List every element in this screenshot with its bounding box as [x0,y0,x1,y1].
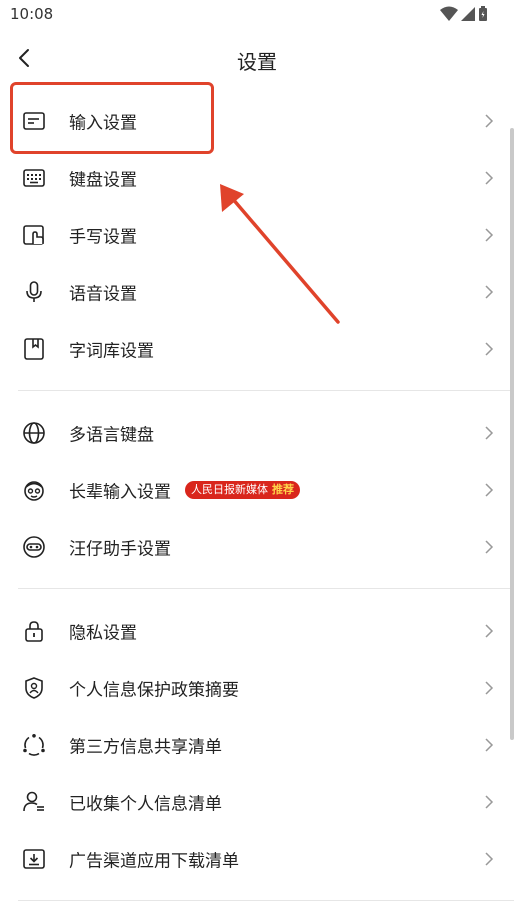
chevron-right-icon [485,737,494,752]
lock-icon [25,620,43,642]
battery-icon [479,6,487,21]
chevron-right-icon [485,482,494,497]
chevron-right-icon [485,284,494,299]
setting-label: 广告渠道应用下载清单 [69,851,239,871]
microphone-icon [26,280,42,302]
header: 设置 [0,30,514,88]
setting-row-handwriting[interactable]: 手写设置 [0,206,514,263]
setting-label: 手写设置 [69,227,137,247]
chevron-right-icon [485,113,494,128]
recommend-badge: 人民日报新媒体 推荐 [185,480,300,499]
setting-row-policy-summary[interactable]: 个人信息保护政策摘要 [0,659,514,716]
setting-label: 输入设置 [69,113,137,133]
dictionary-icon [24,337,44,360]
setting-row-dictionary[interactable]: 字词库设置 [0,320,514,377]
setting-row-voice[interactable]: 语音设置 [0,263,514,320]
globe-icon [23,421,45,444]
chevron-right-icon [485,851,494,866]
setting-label: 已收集个人信息清单 [69,794,222,814]
setting-label: 多语言键盘 [69,425,154,445]
setting-row-third-party[interactable]: 第三方信息共享清单 [0,716,514,773]
setting-row-input[interactable]: 输入设置 [0,92,514,149]
setting-row-ad-download[interactable]: 广告渠道应用下载清单 [0,830,514,887]
setting-row-keyboard[interactable]: 键盘设置 [0,149,514,206]
chevron-right-icon [485,539,494,554]
share-circle-icon [23,733,45,756]
wifi-icon [440,6,458,21]
user-list-icon [23,791,44,811]
setting-row-collected-info[interactable]: 已收集个人信息清单 [0,773,514,830]
chevron-right-icon [485,227,494,242]
page-title: 设置 [237,50,277,74]
chevron-right-icon [485,425,494,440]
chevron-right-icon [485,680,494,695]
setting-label: 字词库设置 [69,341,154,361]
section-divider [18,588,514,589]
status-bar: 10:08 [0,0,514,30]
setting-label: 隐私设置 [69,623,137,643]
download-box-icon [23,848,45,869]
setting-label: 个人信息保护政策摘要 [69,680,239,700]
setting-row-mascot[interactable]: 汪仔助手设置 [0,518,514,575]
signal-icon [461,7,475,21]
chevron-right-icon [485,623,494,638]
setting-label: 第三方信息共享清单 [69,737,222,757]
setting-label: 语音设置 [69,284,137,304]
setting-label: 键盘设置 [69,170,137,190]
status-time: 10:08 [10,5,54,23]
setting-label: 汪仔助手设置 [69,539,171,559]
chevron-right-icon [485,170,494,185]
section-divider [18,390,514,391]
keyboard-input-icon [23,111,45,130]
keyboard-icon [23,168,45,187]
status-icons [440,6,488,22]
scrollbar[interactable] [510,128,514,740]
setting-row-multilang[interactable]: 多语言键盘 [0,404,514,461]
setting-row-privacy[interactable]: 隐私设置 [0,602,514,659]
elder-face-icon [24,480,44,501]
setting-row-elder[interactable]: 长辈输入设置 人民日报新媒体 推荐 [0,461,514,518]
mascot-icon [23,535,45,558]
chevron-right-icon [485,794,494,809]
setting-label: 长辈输入设置 [69,482,171,502]
handwriting-icon [23,224,44,245]
section-divider [18,900,514,901]
chevron-right-icon [485,341,494,356]
shield-user-icon [25,676,43,699]
